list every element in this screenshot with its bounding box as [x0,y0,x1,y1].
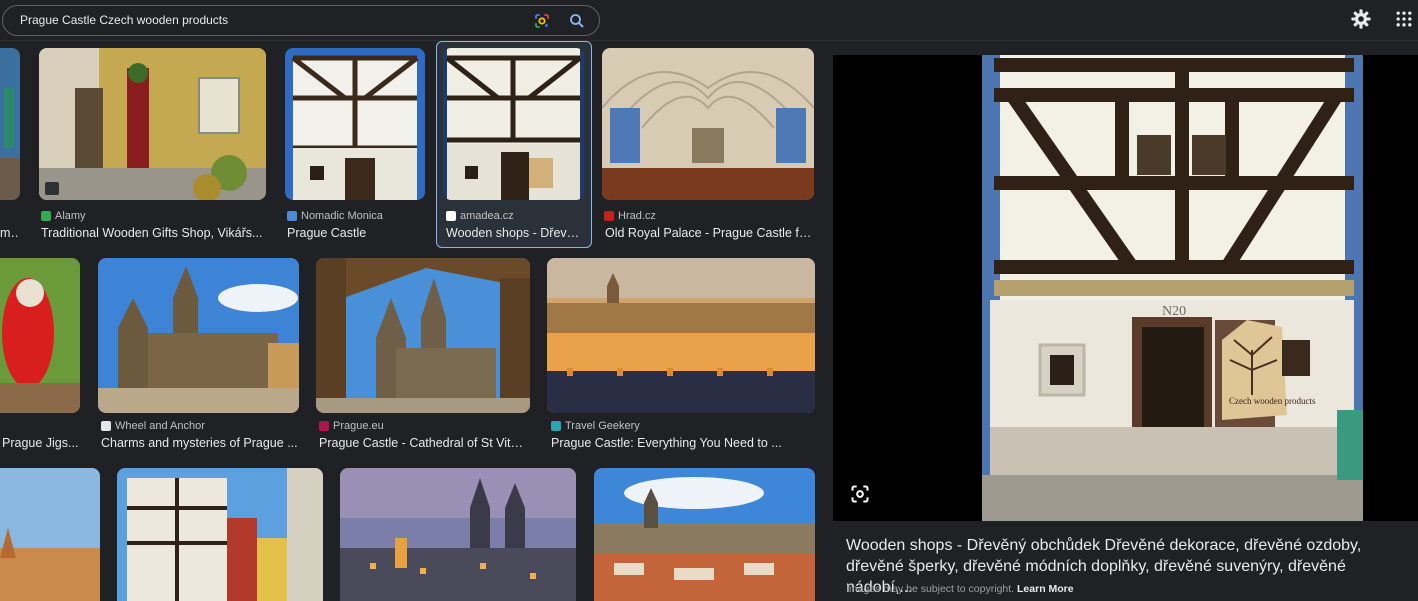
result-thumbnail[interactable] [547,258,815,413]
travel-geekery-favicon-icon [551,421,561,431]
result-thumbnail[interactable] [285,48,425,200]
hrad-favicon-icon [604,211,614,221]
search-box[interactable]: Prague Castle Czech wooden products [2,5,600,36]
amadea-favicon-icon [446,211,456,221]
result-thumbnail[interactable] [98,258,299,413]
result-thumbnail[interactable] [594,468,815,601]
search-icon[interactable] [568,12,586,30]
result-title[interactable]: Prague Castle [287,226,425,240]
copyright-notice: Images may be subject to copyright. Lear… [846,583,1074,595]
result-source: Wheel and Anchor [101,420,205,432]
result-source: Alamy [41,210,86,222]
result-thumbnail[interactable] [0,468,100,601]
result-title[interactable]: Old Royal Palace - Prague Castle fo... [605,226,813,240]
sign-text: Czech wooden products [1229,396,1316,406]
result-thumbnail[interactable] [0,48,20,200]
house-number: N20 [1162,304,1186,319]
result-thumbnail[interactable] [443,48,584,200]
result-thumbnail[interactable] [117,468,323,601]
result-title[interactable]: Prague Jigs... [2,436,80,450]
result-source: Prague.eu [319,420,384,432]
result-source: Travel Geekery [551,420,640,432]
result-thumbnail[interactable] [340,468,576,601]
lens-search-icon[interactable] [850,484,870,504]
result-thumbnail[interactable] [39,48,266,200]
result-title[interactable]: m... [0,226,20,240]
result-title[interactable]: Charms and mysteries of Prague ... [101,436,299,450]
apps-grid-icon[interactable] [1394,9,1414,29]
google-lens-icon[interactable] [533,12,551,30]
preview-image[interactable]: N20 Czech wooden products [833,55,1418,521]
result-source: amadea.cz [446,210,514,222]
result-title[interactable]: Prague Castle - Cathedral of St Vitu... [319,436,527,450]
result-source: Hrad.cz [604,210,656,222]
result-thumbnail[interactable] [602,48,814,200]
result-title[interactable]: Wooden shops - Dřevě... [446,226,582,240]
alamy-favicon-icon [41,211,51,221]
result-thumbnail[interactable] [316,258,530,413]
top-bar: Prague Castle Czech wooden products [0,0,1418,41]
wheel-and-anchor-favicon-icon [101,421,111,431]
result-title[interactable]: Traditional Wooden Gifts Shop, Vikářs... [41,226,266,240]
preview-panel: N20 Czech wooden products Wooden shops -… [833,55,1418,601]
result-thumbnail[interactable] [0,258,80,413]
prague-eu-favicon-icon [319,421,329,431]
result-source: Nomadic Monica [287,210,383,222]
search-query-text[interactable]: Prague Castle Czech wooden products [20,13,228,27]
nomadic-monica-favicon-icon [287,211,297,221]
learn-more-link[interactable]: Learn More [1017,583,1074,595]
result-title[interactable]: Prague Castle: Everything You Need to ..… [551,436,813,450]
settings-gear-icon[interactable] [1350,8,1372,30]
